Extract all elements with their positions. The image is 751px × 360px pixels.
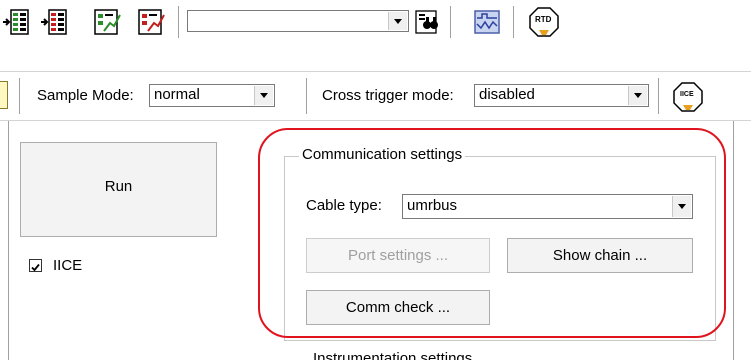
comm-check-button[interactable]: Comm check ...: [306, 290, 490, 325]
cable-type-label: Cable type:: [306, 197, 382, 214]
cross-trigger-value: disabled: [479, 86, 535, 103]
checkmark-icon: [31, 263, 40, 272]
port-settings-label: Port settings ...: [347, 247, 449, 264]
cable-type-value: umrbus: [407, 197, 458, 214]
communication-settings-title: Communication settings: [299, 145, 466, 165]
toolbar-separator: [658, 78, 662, 114]
iice-checkbox-label: IICE: [53, 257, 83, 274]
toolbar-separator: [450, 6, 454, 38]
panel-handle-icon[interactable]: [0, 81, 8, 109]
list-remove-icon[interactable]: [40, 7, 70, 37]
show-chain-label: Show chain ...: [552, 247, 648, 264]
comm-check-label: Comm check ...: [345, 299, 451, 316]
panel-border-left: [8, 121, 9, 360]
toolbar-separator: [178, 6, 182, 38]
toolbar-separator: [513, 6, 517, 38]
chevron-down-icon[interactable]: [628, 86, 647, 105]
top-toolbar: RTD: [0, 0, 751, 44]
port-settings-button[interactable]: Port settings ...: [306, 238, 490, 273]
instrumentation-settings-clip: Instrumentation settings: [313, 350, 513, 360]
cross-trigger-select[interactable]: disabled: [474, 84, 649, 107]
sample-mode-select[interactable]: normal: [149, 84, 275, 107]
chart-config-icon[interactable]: [136, 7, 166, 37]
sample-mode-label: Sample Mode:: [37, 87, 134, 104]
rtd-icon-label: RTD: [535, 15, 552, 24]
cross-trigger-label: Cross trigger mode:: [322, 87, 454, 104]
binoculars-icon[interactable]: [413, 8, 443, 38]
toolbar-separator: [306, 78, 310, 114]
run-button-label: Run: [104, 178, 133, 195]
chevron-down-icon[interactable]: [388, 12, 407, 30]
cable-type-select[interactable]: umrbus: [402, 194, 693, 219]
toolbar-separator: [19, 78, 23, 114]
instrumentation-settings-title: Instrumentation settings: [313, 350, 473, 360]
chevron-down-icon[interactable]: [672, 196, 691, 217]
sample-mode-value: normal: [154, 86, 200, 103]
panel-border-right: [733, 121, 734, 360]
list-add-icon[interactable]: [2, 7, 32, 37]
run-button[interactable]: Run: [20, 142, 217, 237]
toolbar-combobox[interactable]: [187, 10, 409, 32]
show-chain-button[interactable]: Show chain ...: [507, 238, 693, 273]
iice-icon[interactable]: IICE: [672, 81, 704, 113]
iice-icon-label: IICE: [680, 91, 694, 98]
iice-checkbox[interactable]: [29, 259, 42, 272]
waveform-icon[interactable]: [473, 8, 503, 38]
rtd-icon[interactable]: RTD: [528, 6, 559, 37]
chart-edit-icon[interactable]: [92, 7, 122, 37]
chevron-down-icon[interactable]: [254, 86, 273, 105]
